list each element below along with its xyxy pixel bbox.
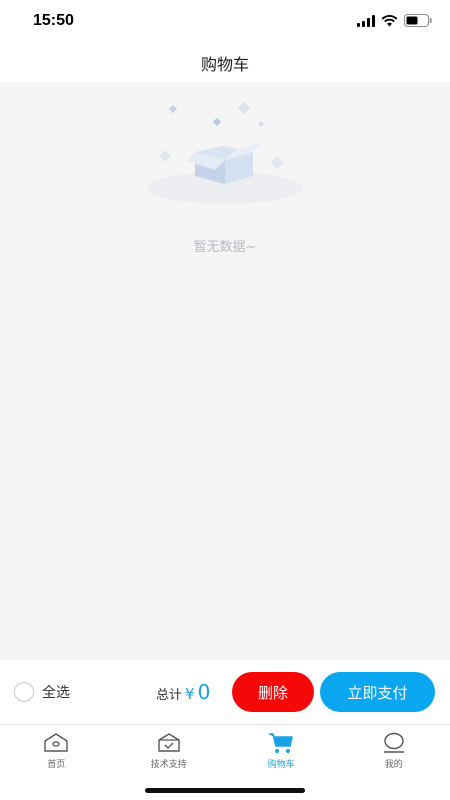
profile-icon — [380, 732, 408, 754]
home-indicator — [145, 788, 305, 793]
select-all-toggle[interactable]: 全选 — [14, 682, 70, 702]
tab-cart-label: 购物车 — [267, 760, 295, 770]
signal-icon — [357, 14, 375, 27]
empty-box-icon — [147, 101, 303, 204]
cart-icon — [267, 732, 295, 754]
total-amount: 0 — [197, 680, 211, 704]
nav-bar: 购物车 — [0, 44, 450, 82]
support-icon — [155, 732, 183, 754]
status-icons — [357, 14, 432, 27]
total-label: 总计 — [156, 688, 183, 703]
battery-icon — [404, 14, 432, 27]
empty-state-text: 暂无数据~ — [193, 240, 257, 255]
currency-symbol: ¥ — [185, 685, 195, 703]
cart-total: 总计 ¥ 0 — [156, 680, 210, 704]
cart-action-bar: 全选 总计 ¥ 0 删除 立即支付 — [0, 660, 450, 725]
select-all-radio[interactable] — [14, 682, 34, 702]
tab-home-label: 首页 — [47, 760, 66, 770]
tab-profile-label: 我的 — [384, 760, 403, 770]
delete-button[interactable]: 删除 — [232, 672, 314, 712]
tab-profile[interactable]: 我的 — [338, 726, 450, 776]
status-time: 15:50 — [33, 12, 74, 29]
page-title: 购物车 — [200, 55, 249, 74]
select-all-label: 全选 — [42, 685, 70, 701]
tab-home[interactable]: 首页 — [0, 726, 113, 776]
status-bar: 15:50 — [0, 0, 450, 44]
pay-now-button[interactable]: 立即支付 — [320, 672, 435, 712]
wifi-icon — [381, 14, 398, 26]
tab-bar: 首页 技术支持 购物车 我的 — [0, 726, 450, 776]
home-icon — [42, 732, 70, 754]
tab-support[interactable]: 技术支持 — [113, 726, 226, 776]
tab-cart[interactable]: 购物车 — [225, 726, 338, 776]
cart-content: 暂无数据~ — [0, 82, 450, 660]
tab-support-label: 技术支持 — [150, 760, 187, 770]
